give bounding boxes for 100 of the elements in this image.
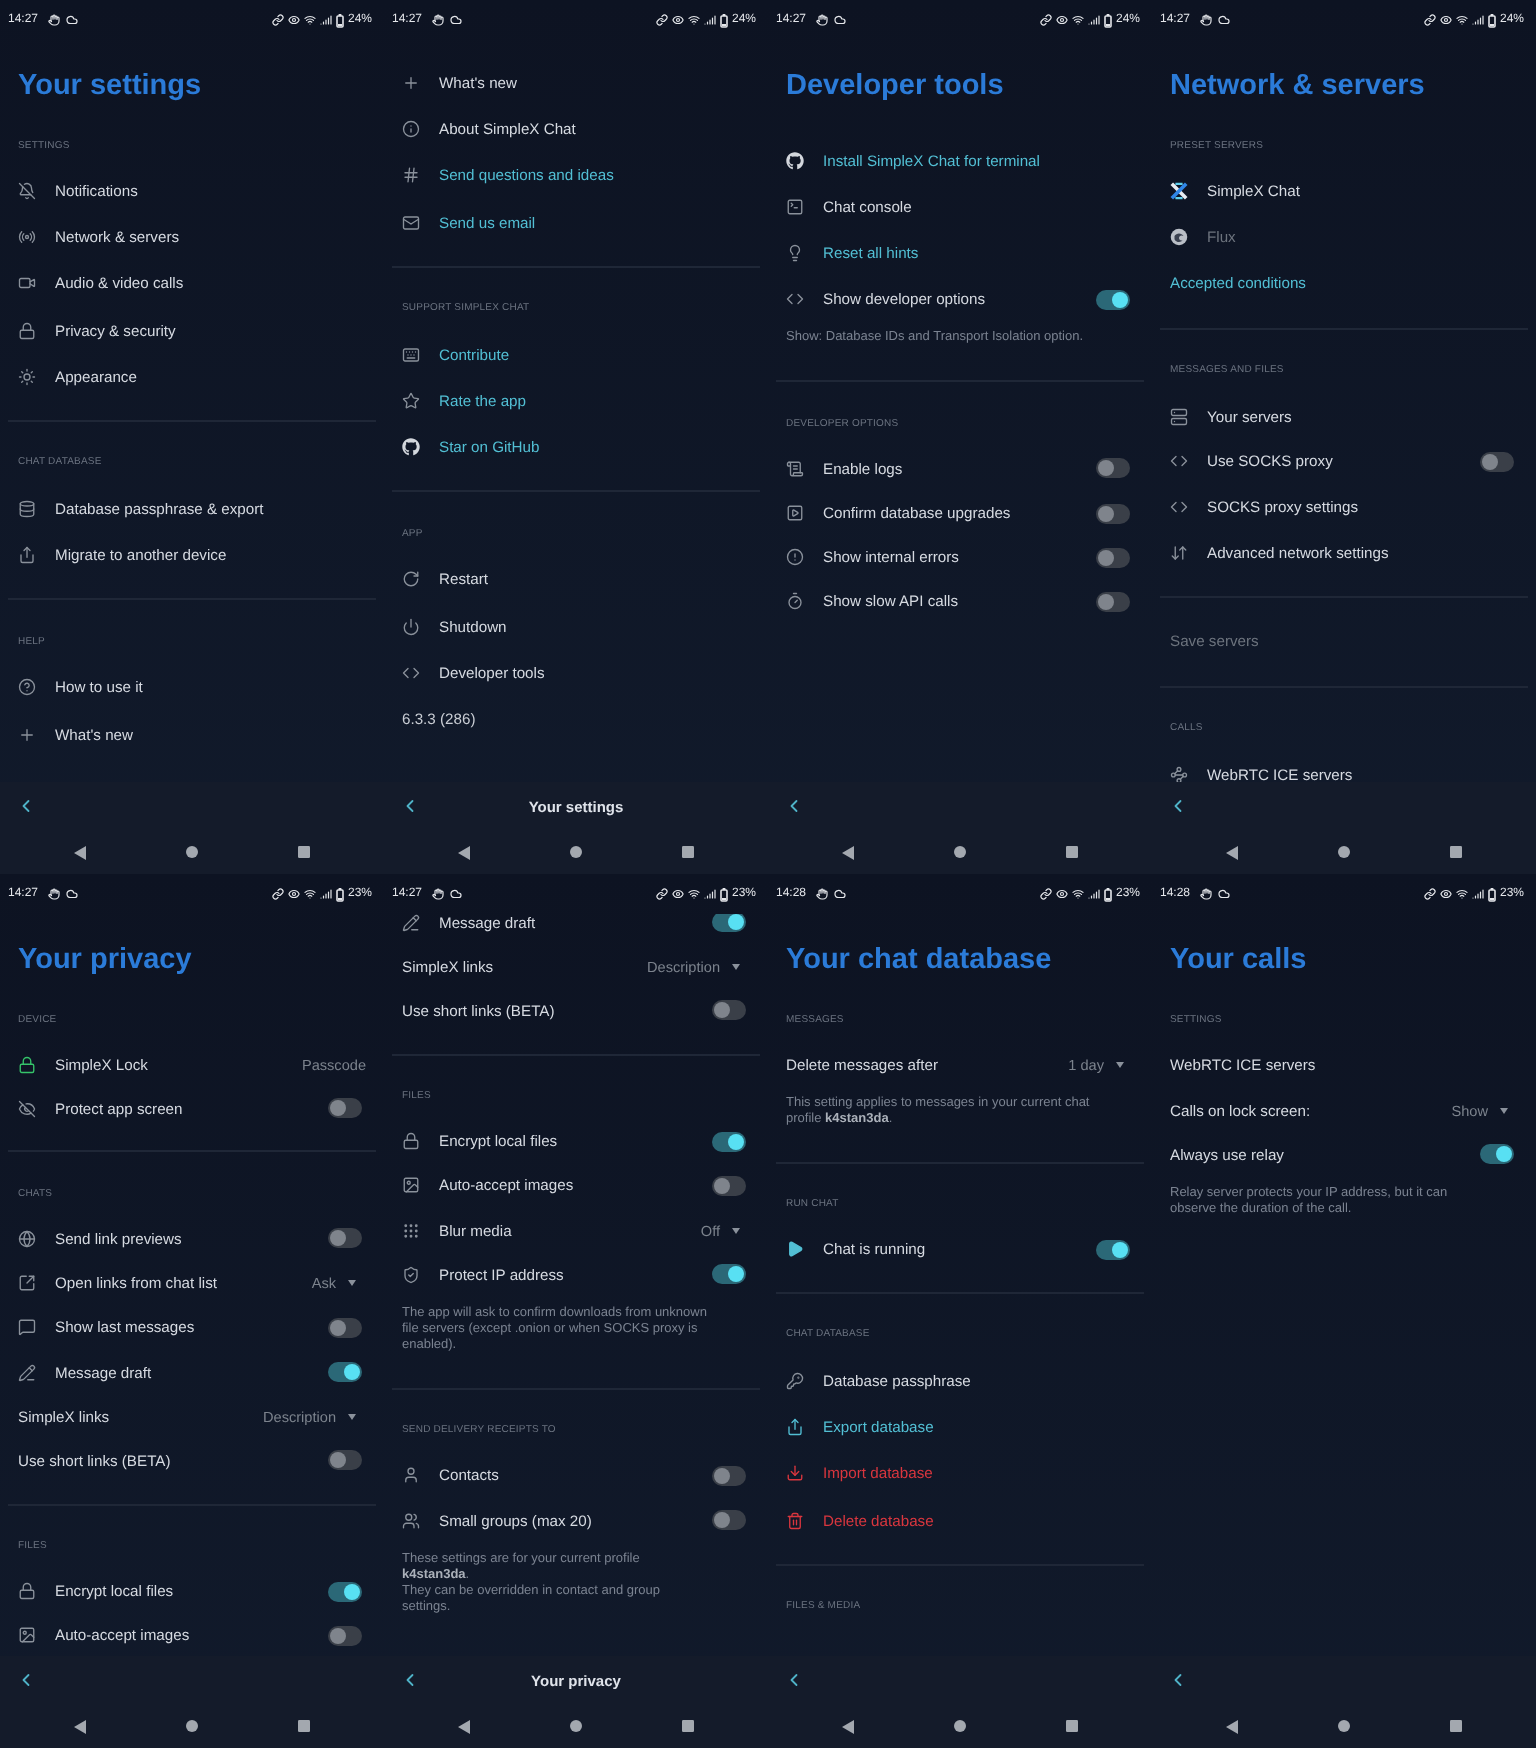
- cloud-icon: [450, 888, 463, 900]
- image-icon: [18, 1626, 36, 1645]
- code-icon: [1170, 452, 1188, 471]
- toggle-switch[interactable]: [712, 1175, 746, 1196]
- server-icon: [1170, 407, 1188, 426]
- toggle-switch[interactable]: [328, 1228, 362, 1249]
- link-icon: [655, 14, 668, 26]
- back-triangle-icon[interactable]: [458, 845, 470, 859]
- star-icon: [402, 392, 420, 411]
- info-icon: [402, 120, 420, 139]
- link-icon: [1039, 888, 1052, 900]
- toggle-switch[interactable]: [712, 1510, 746, 1531]
- toggle-switch[interactable]: [1096, 458, 1130, 479]
- back-triangle-icon[interactable]: [1226, 1719, 1238, 1733]
- toggle-switch[interactable]: [328, 1450, 362, 1471]
- toggle-switch[interactable]: [1096, 289, 1130, 310]
- toggle-switch[interactable]: [712, 1000, 746, 1021]
- home-circle-icon[interactable]: [1338, 1720, 1350, 1732]
- home-circle-icon[interactable]: [570, 1720, 582, 1732]
- signal-icon: [703, 14, 716, 26]
- hand-icon: [1200, 14, 1213, 26]
- key-icon: [786, 1371, 804, 1390]
- github-icon: [786, 152, 804, 171]
- link-icon: [1423, 888, 1436, 900]
- toggle-switch[interactable]: [712, 1465, 746, 1486]
- share-icon: [786, 1418, 804, 1437]
- eye-icon: [287, 14, 300, 26]
- home-circle-icon[interactable]: [954, 1720, 966, 1732]
- caret-icon: [732, 1227, 740, 1234]
- external-link-icon: [18, 1274, 36, 1293]
- toggle-switch[interactable]: [1480, 1144, 1514, 1165]
- battery-icon: [719, 13, 728, 27]
- wifi-icon: [1071, 14, 1084, 26]
- toggle-switch[interactable]: [712, 1264, 746, 1285]
- link-icon: [271, 888, 284, 900]
- scroll-icon: [786, 459, 804, 478]
- play-square-icon: [786, 504, 804, 523]
- signal-icon: [1471, 888, 1484, 900]
- hand-icon: [48, 888, 61, 900]
- signal-icon: [1087, 14, 1100, 26]
- database-icon: [18, 500, 36, 519]
- toggle-switch[interactable]: [328, 1098, 362, 1119]
- help-icon: [18, 678, 36, 697]
- hand-icon: [1200, 888, 1213, 900]
- link-icon: [1039, 14, 1052, 26]
- back-triangle-icon[interactable]: [1226, 845, 1238, 859]
- screen-title: Network & servers: [1170, 70, 1425, 104]
- caret-icon: [348, 1280, 356, 1287]
- dots-grid-icon: [402, 1221, 420, 1240]
- toggle-switch[interactable]: [328, 1581, 362, 1602]
- round-logo-icon: [1170, 228, 1188, 247]
- signal-icon: [1471, 14, 1484, 26]
- signal-icon: [319, 14, 332, 26]
- back-triangle-icon[interactable]: [458, 1719, 470, 1733]
- home-circle-icon[interactable]: [570, 846, 582, 858]
- trash-icon: [786, 1511, 804, 1530]
- message-icon: [18, 1318, 36, 1337]
- battery-icon: [335, 13, 344, 27]
- back-triangle-icon[interactable]: [842, 1719, 854, 1733]
- lock-icon: [402, 1132, 420, 1151]
- toggle-switch[interactable]: [712, 914, 746, 933]
- power-icon: [402, 617, 420, 636]
- lock-icon: [18, 1055, 36, 1074]
- radio-waves-icon: [18, 228, 36, 247]
- code-icon: [402, 663, 420, 682]
- toggle-switch[interactable]: [328, 1362, 362, 1383]
- toggle-switch[interactable]: [712, 1131, 746, 1152]
- toggle-switch[interactable]: [328, 1317, 362, 1338]
- battery-icon: [335, 887, 344, 901]
- wifi-icon: [303, 14, 316, 26]
- signal-icon: [1087, 888, 1100, 900]
- toggle-switch[interactable]: [1096, 591, 1130, 612]
- toggle-switch[interactable]: [328, 1625, 362, 1646]
- screen-title: Your settings: [18, 70, 202, 104]
- home-circle-icon[interactable]: [1338, 846, 1350, 858]
- eye-icon: [671, 888, 684, 900]
- lightbulb-icon: [786, 244, 804, 263]
- home-circle-icon[interactable]: [186, 1720, 198, 1732]
- hand-icon: [816, 888, 829, 900]
- cloud-icon: [1218, 888, 1231, 900]
- rotate-arrow-icon: [402, 570, 420, 589]
- home-circle-icon[interactable]: [186, 846, 198, 858]
- user-icon: [402, 1466, 420, 1485]
- back-triangle-icon[interactable]: [842, 845, 854, 859]
- signal-icon: [703, 888, 716, 900]
- terminal-icon: [786, 198, 804, 217]
- pencil-line-icon: [18, 1363, 36, 1382]
- screen-title: Developer tools: [786, 70, 1004, 104]
- toggle-switch[interactable]: [1480, 451, 1514, 472]
- battery-icon: [719, 887, 728, 901]
- home-circle-icon[interactable]: [954, 846, 966, 858]
- toggle-switch[interactable]: [1096, 503, 1130, 524]
- github-icon: [402, 438, 420, 457]
- code-icon: [1170, 498, 1188, 517]
- sun-icon: [18, 367, 36, 386]
- toggle-switch[interactable]: [1096, 547, 1130, 568]
- toggle-switch[interactable]: [1096, 1239, 1130, 1260]
- back-triangle-icon[interactable]: [74, 845, 86, 859]
- back-triangle-icon[interactable]: [74, 1719, 86, 1733]
- pencil-line-icon: [402, 914, 420, 932]
